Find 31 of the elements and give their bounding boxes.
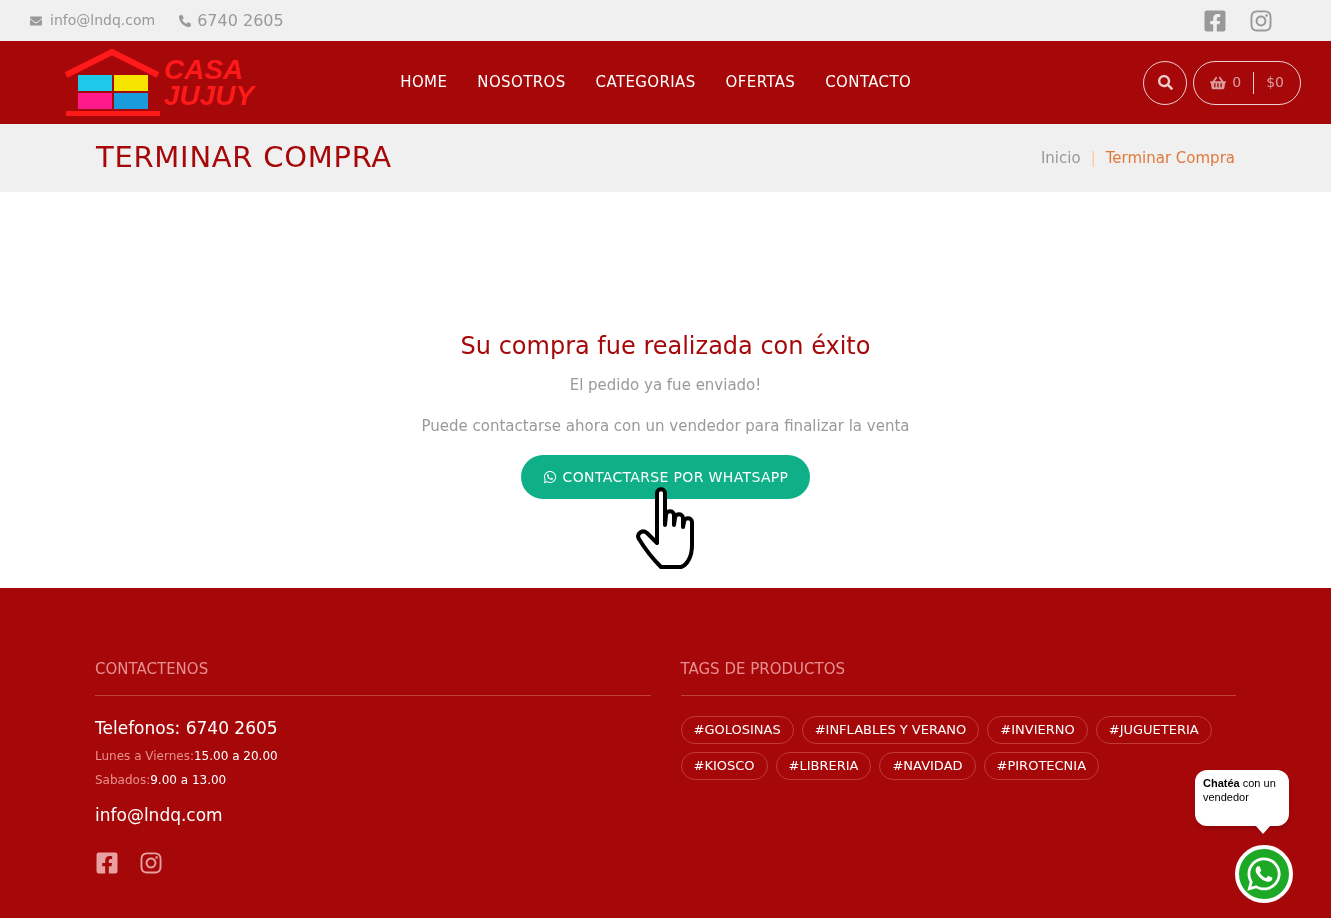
logo-text: CASA JUJUY <box>164 56 255 109</box>
phones-text: Telefonos: 6740 2605 <box>95 716 279 740</box>
instagram-icon[interactable] <box>139 850 163 875</box>
breadcrumb-separator: | <box>1090 147 1096 169</box>
house-logo-icon <box>64 48 160 117</box>
contact-heading: CONTACTENOS <box>95 658 651 696</box>
chat-bubble: Chatéa con un vendedor <box>1195 770 1289 826</box>
success-title: Su compra fue realizada con éxito <box>460 331 871 362</box>
instruction-text: Puede contactarse ahora con un vendedor para finalizar la venta <box>421 415 910 437</box>
tags-heading: TAGS DE PRODUCTOS <box>680 658 1236 696</box>
facebook-icon[interactable] <box>95 850 119 875</box>
whatsapp-icon <box>1245 855 1283 893</box>
hours-text: Lunes a Viernes:15.00 a 20.00 <box>95 748 279 765</box>
page-title: TERMINAR COMPRA <box>96 139 392 177</box>
phone-text: 6740 2605 <box>197 9 284 32</box>
facebook-icon[interactable] <box>1203 8 1227 33</box>
hours-text: Sabados:9.00 a 13.00 <box>95 772 228 789</box>
nav-link[interactable]: OFERTAS <box>725 71 796 94</box>
instagram-icon[interactable] <box>1249 8 1273 33</box>
speech-bubble-tail <box>1256 826 1270 834</box>
success-text: El pedido ya fue enviado! <box>569 375 762 396</box>
nav-link[interactable]: NOSOTROS <box>477 71 566 94</box>
whatsapp-icon <box>542 470 557 484</box>
phone-icon <box>179 14 192 27</box>
nav-link[interactable]: HOME <box>400 71 448 94</box>
footer-email: info@lndq.com <box>95 804 224 827</box>
search-icon <box>1157 75 1173 90</box>
basket-icon <box>1210 74 1227 91</box>
nav-link[interactable]: CONTACTO <box>825 71 912 94</box>
envelope-icon <box>30 14 42 27</box>
nav-link[interactable]: CATEGORIAS <box>595 71 696 94</box>
